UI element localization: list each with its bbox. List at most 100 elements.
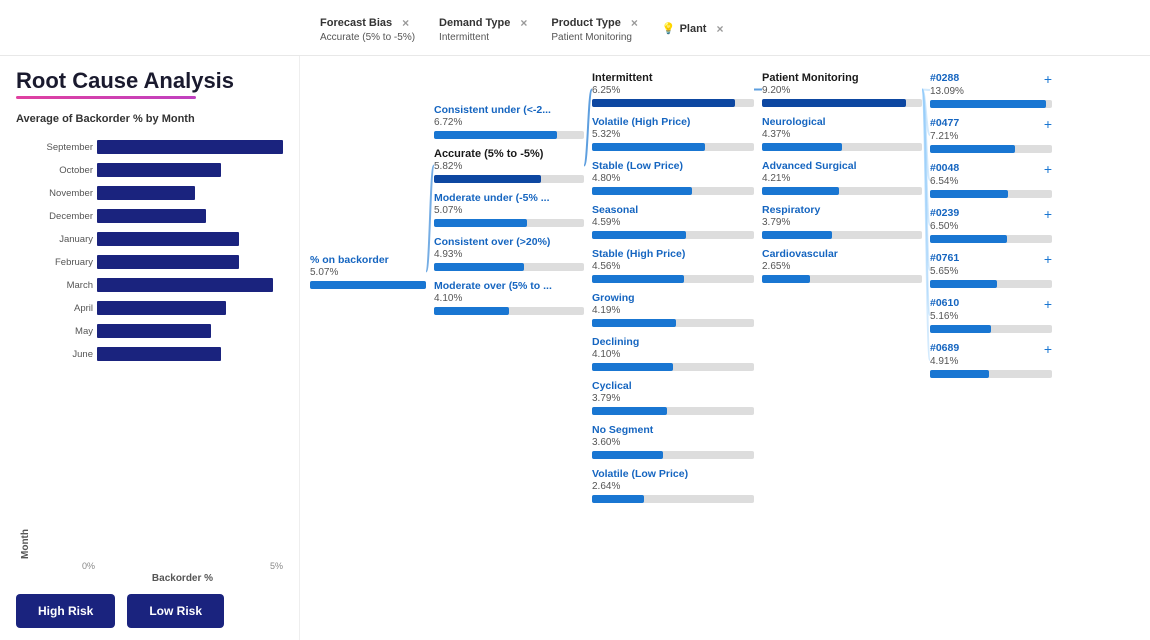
- sankey-container: % on backorder5.07%Consistent under (<-2…: [300, 64, 1150, 632]
- sankey-bar-fill: [592, 495, 644, 503]
- filter-product-type-value: Patient Monitoring: [551, 32, 638, 43]
- sankey-bar-track: [592, 407, 754, 415]
- sankey-node: Consistent over (>20%)4.93%: [434, 236, 584, 271]
- filter-product-type[interactable]: Product Type × Patient Monitoring: [551, 16, 638, 43]
- bar-fill: [97, 324, 211, 338]
- y-axis-label: Month: [16, 133, 31, 559]
- sankey-node: Stable (High Price)4.56%: [592, 248, 754, 283]
- filter-plant[interactable]: 💡 Plant ×: [662, 22, 724, 38]
- sankey-bar-fill: [592, 407, 667, 415]
- sankey-expand-button[interactable]: +: [1044, 162, 1052, 176]
- sankey-node: #0288+13.09%: [930, 72, 1052, 108]
- high-risk-button[interactable]: High Risk: [16, 594, 115, 628]
- sankey-node-pct: 6.50%: [930, 221, 1052, 232]
- sankey-node-pct: 5.16%: [930, 311, 1052, 322]
- sankey-node: #0048+6.54%: [930, 162, 1052, 198]
- sankey-bar-fill: [592, 451, 663, 459]
- sankey-column: Patient Monitoring9.20%Neurological4.37%…: [758, 72, 926, 292]
- filter-product-type-label: Product Type: [551, 17, 620, 29]
- sankey-node: Volatile (High Price)5.32%: [592, 116, 754, 151]
- sankey-node-pct: 5.07%: [310, 267, 426, 278]
- filter-forecast-bias-close[interactable]: ×: [402, 16, 409, 30]
- sankey-node-pct: 4.56%: [592, 261, 754, 272]
- bar-track: [97, 301, 283, 315]
- sankey-bar-track: [930, 145, 1052, 153]
- bar-row: September: [31, 137, 283, 157]
- filter-plant-close[interactable]: ×: [716, 22, 723, 36]
- bar-row: April: [31, 298, 283, 318]
- sankey-bar-fill: [930, 190, 1008, 198]
- filter-forecast-bias[interactable]: Forecast Bias × Accurate (5% to -5%): [320, 16, 415, 43]
- month-label: March: [31, 280, 93, 291]
- sankey-expand-button[interactable]: +: [1044, 297, 1052, 311]
- bar-fill: [97, 232, 239, 246]
- sankey-node-pct: 4.10%: [592, 349, 754, 360]
- main-content: Root Cause Analysis Average of Backorder…: [0, 56, 1150, 640]
- bar-row: June: [31, 344, 283, 364]
- sankey-expand-button[interactable]: +: [1044, 117, 1052, 131]
- sankey-node-pct: 4.10%: [434, 293, 584, 304]
- page-container: Forecast Bias × Accurate (5% to -5%) Dem…: [0, 0, 1150, 640]
- sankey-expand-button[interactable]: +: [1044, 207, 1052, 221]
- sankey-node-label: #0477: [930, 117, 959, 129]
- sankey-node: Volatile (Low Price)2.64%: [592, 468, 754, 503]
- bar-row: March: [31, 275, 283, 295]
- bars-container: SeptemberOctoberNovemberDecemberJanuaryF…: [31, 133, 283, 559]
- sankey-node-pct: 6.72%: [434, 117, 584, 128]
- sankey-bar-fill: [434, 131, 557, 139]
- filter-demand-type-close[interactable]: ×: [520, 16, 527, 30]
- sankey-bar-track: [930, 190, 1052, 198]
- sankey-node: #0239+6.50%: [930, 207, 1052, 243]
- sankey-bar-track: [592, 451, 754, 459]
- sankey-bar-track: [434, 175, 584, 183]
- sankey-node: Cardiovascular2.65%: [762, 248, 922, 283]
- x-axis-0: 0%: [82, 561, 95, 571]
- sankey-node-pct: 5.07%: [434, 205, 584, 216]
- sankey-node-pct: 5.32%: [592, 129, 754, 140]
- bar-row: January: [31, 229, 283, 249]
- sankey-bar-fill: [434, 307, 509, 315]
- sankey-bar-track: [930, 370, 1052, 378]
- bar-track: [97, 278, 283, 292]
- sankey-node: #0610+5.16%: [930, 297, 1052, 333]
- filter-demand-type-value: Intermittent: [439, 32, 527, 43]
- sankey-expand-button[interactable]: +: [1044, 342, 1052, 356]
- sankey-node: Respiratory3.79%: [762, 204, 922, 239]
- sankey-node: Consistent under (<-2...6.72%: [434, 104, 584, 139]
- bar-fill: [97, 140, 283, 154]
- month-label: December: [31, 211, 93, 222]
- sankey-node-pct: 6.54%: [930, 176, 1052, 187]
- sankey-bar-fill: [592, 319, 676, 327]
- sankey-bar-track: [930, 235, 1052, 243]
- sankey-node-pct: 4.19%: [592, 305, 754, 316]
- sankey-node-pct: 7.21%: [930, 131, 1052, 142]
- sankey-node-label: Volatile (High Price): [592, 116, 690, 128]
- sankey-node: Growing4.19%: [592, 292, 754, 327]
- filter-demand-type[interactable]: Demand Type × Intermittent: [439, 16, 527, 43]
- sankey-bar-track: [434, 307, 584, 315]
- bar-track: [97, 324, 283, 338]
- low-risk-button[interactable]: Low Risk: [127, 594, 224, 628]
- sankey-node-label: Volatile (Low Price): [592, 468, 688, 480]
- sankey-bar-track: [930, 100, 1052, 108]
- sankey-node: Declining4.10%: [592, 336, 754, 371]
- filter-forecast-bias-label: Forecast Bias: [320, 17, 392, 29]
- sankey-bar-track: [592, 231, 754, 239]
- sankey-column: Intermittent6.25%Volatile (High Price)5.…: [588, 72, 758, 512]
- sankey-bar-track: [434, 219, 584, 227]
- month-label: January: [31, 234, 93, 245]
- sankey-bar-fill: [310, 281, 426, 289]
- sankey-bar-fill: [592, 143, 705, 151]
- sankey-bar-track: [592, 143, 754, 151]
- sankey-expand-button[interactable]: +: [1044, 72, 1052, 86]
- page-title: Root Cause Analysis: [16, 68, 283, 94]
- title-underline: [16, 96, 196, 99]
- sankey-bar-track: [592, 495, 754, 503]
- bar-fill: [97, 255, 239, 269]
- filter-product-type-close[interactable]: ×: [631, 16, 638, 30]
- month-label: October: [31, 165, 93, 176]
- sankey-bar-track: [592, 275, 754, 283]
- sankey-expand-button[interactable]: +: [1044, 252, 1052, 266]
- sankey-bar-track: [762, 275, 922, 283]
- sankey-node-label: Stable (High Price): [592, 248, 685, 260]
